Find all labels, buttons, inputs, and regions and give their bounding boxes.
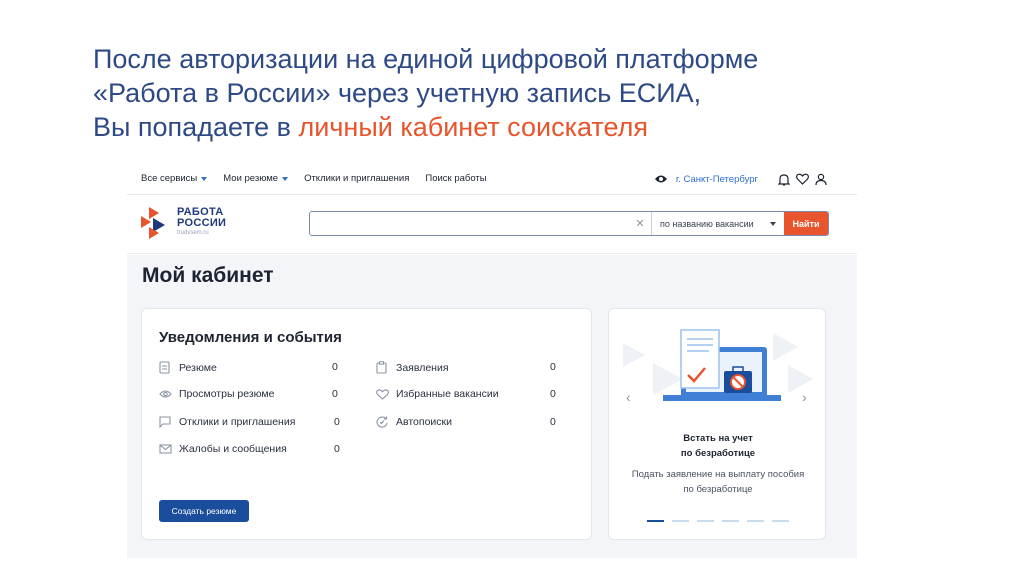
user-icon[interactable] — [815, 173, 827, 186]
search-button[interactable]: Найти — [784, 212, 828, 235]
search-input[interactable] — [310, 212, 629, 235]
carousel-next-icon[interactable]: › — [802, 389, 807, 405]
autosearch-icon — [376, 416, 390, 428]
heading-line-1: После авторизации на единой цифровой пла… — [93, 44, 759, 74]
site-screenshot: Все сервисы Мои резюме Отклики и приглаш… — [127, 163, 857, 558]
promo-title[interactable]: Встать на учет по безработице — [609, 431, 827, 461]
notif-count: 0 — [550, 361, 556, 373]
topnav-right: г. Санкт-Петербург — [648, 163, 827, 195]
logo-line-3: trudvsem.ru — [177, 230, 209, 236]
top-navigation: Все сервисы Мои резюме Отклики и приглаш… — [127, 163, 857, 195]
search-mode-select[interactable]: по названию вакансии — [651, 212, 784, 235]
nav-responses-label: Отклики и приглашения — [304, 173, 410, 184]
bell-icon[interactable] — [778, 173, 790, 186]
notif-count: 0 — [550, 416, 556, 428]
promo-desc-line-2: по безработице — [683, 484, 753, 495]
promo-desc-line-1: Подать заявление на выплату пособия — [631, 469, 805, 480]
heading-line-2: «Работа в России» через учетную запись Е… — [93, 78, 702, 108]
heading-accent: личный кабинет соискателя — [298, 112, 648, 142]
notif-item-label: Отклики и приглашения — [179, 416, 296, 428]
slide-heading: После авторизации на единой цифровой пла… — [93, 42, 993, 144]
clear-icon[interactable]: ✕ — [629, 212, 651, 235]
notif-item-label: Жалобы и сообщения — [179, 443, 287, 455]
carousel-dot[interactable] — [747, 520, 764, 522]
eye-icon — [159, 389, 173, 399]
carousel-prev-icon[interactable]: ‹ — [626, 389, 631, 405]
notif-item-responses[interactable]: Отклики и приглашения — [159, 416, 295, 428]
accessibility-eye-icon[interactable] — [654, 174, 668, 184]
logo-mark-icon — [141, 207, 165, 239]
promo-title-line-1: Встать на учет — [683, 433, 753, 444]
heart-icon[interactable] — [796, 173, 809, 185]
notif-item-resume-views[interactable]: Просмотры резюме — [159, 388, 275, 400]
nav-job-search-label: Поиск работы — [425, 173, 487, 184]
chevron-down-icon — [282, 176, 289, 181]
carousel-dot[interactable] — [772, 520, 789, 522]
notif-item-applications[interactable]: Заявления — [376, 361, 449, 374]
notif-item-label: Просмотры резюме — [179, 388, 275, 400]
heart-icon — [376, 388, 390, 400]
nav-responses[interactable]: Отклики и приглашения — [304, 173, 409, 184]
notif-item-label: Автопоиски — [396, 416, 452, 428]
logo-line-2: РОССИИ — [177, 217, 227, 229]
notif-item-label: Заявления — [396, 361, 449, 374]
promo-carousel: ‹ › Встать на учет по безработице Подать… — [608, 308, 826, 540]
nav-job-search[interactable]: Поиск работы — [425, 173, 486, 184]
notif-count: 0 — [334, 416, 340, 428]
notif-count: 0 — [334, 443, 340, 455]
nav-my-resumes[interactable]: Мои резюме — [223, 173, 289, 184]
promo-description: Подать заявление на выплату пособия по б… — [609, 467, 827, 497]
search-mode-value: по названию вакансии — [660, 218, 754, 229]
logo-text: РАБОТА РОССИИ trudvsem.ru — [177, 207, 226, 237]
carousel-dot[interactable] — [722, 520, 739, 522]
nav-my-resumes-label: Мои резюме — [223, 173, 279, 184]
carousel-dot[interactable] — [647, 520, 664, 522]
clipboard-icon — [376, 361, 390, 374]
nav-all-services[interactable]: Все сервисы — [141, 173, 208, 184]
carousel-dot[interactable] — [697, 520, 714, 522]
notifications-title: Уведомления и события — [159, 329, 342, 346]
document-icon — [159, 361, 173, 374]
site-logo[interactable]: РАБОТА РОССИИ trudvsem.ru — [139, 205, 226, 239]
carousel-indicators — [647, 520, 797, 522]
unemployment-illustration — [623, 329, 813, 401]
notif-count: 0 — [332, 361, 338, 373]
create-resume-button[interactable]: Создать резюме — [159, 500, 249, 522]
site-header: РАБОТА РОССИИ trudvsem.ru ✕ по названию … — [127, 196, 857, 254]
notif-count: 0 — [550, 388, 556, 400]
chevron-down-icon — [201, 176, 208, 181]
notif-item-autosearches[interactable]: Автопоиски — [376, 416, 452, 428]
notif-count: 0 — [332, 388, 338, 400]
notif-item-favorite-vacancies[interactable]: Избранные вакансии — [376, 388, 499, 400]
nav-all-services-label: Все сервисы — [141, 173, 198, 184]
page-title: Мой кабинет — [142, 264, 274, 287]
notif-item-resumes[interactable]: Резюме — [159, 361, 217, 374]
carousel-dot[interactable] — [672, 520, 689, 522]
city-selector[interactable]: г. Санкт-Петербург — [676, 174, 758, 185]
heading-line-3: Вы попадаете в личный кабинет соискателя — [93, 110, 993, 144]
promo-title-line-2: по безработице — [680, 448, 756, 459]
search-bar: ✕ по названию вакансии Найти — [309, 211, 829, 236]
main-content: Мой кабинет Уведомления и события Резюме… — [127, 255, 857, 558]
chat-icon — [159, 416, 173, 428]
mail-icon — [159, 444, 173, 454]
notifications-card: Уведомления и события Резюме 0 Просмотры… — [141, 308, 592, 540]
chevron-down-icon — [770, 221, 776, 226]
notif-item-complaints[interactable]: Жалобы и сообщения — [159, 443, 287, 455]
notif-item-label: Избранные вакансии — [396, 388, 499, 400]
notif-item-label: Резюме — [179, 361, 217, 374]
heading-line-3-prefix: Вы попадаете в — [93, 112, 299, 142]
